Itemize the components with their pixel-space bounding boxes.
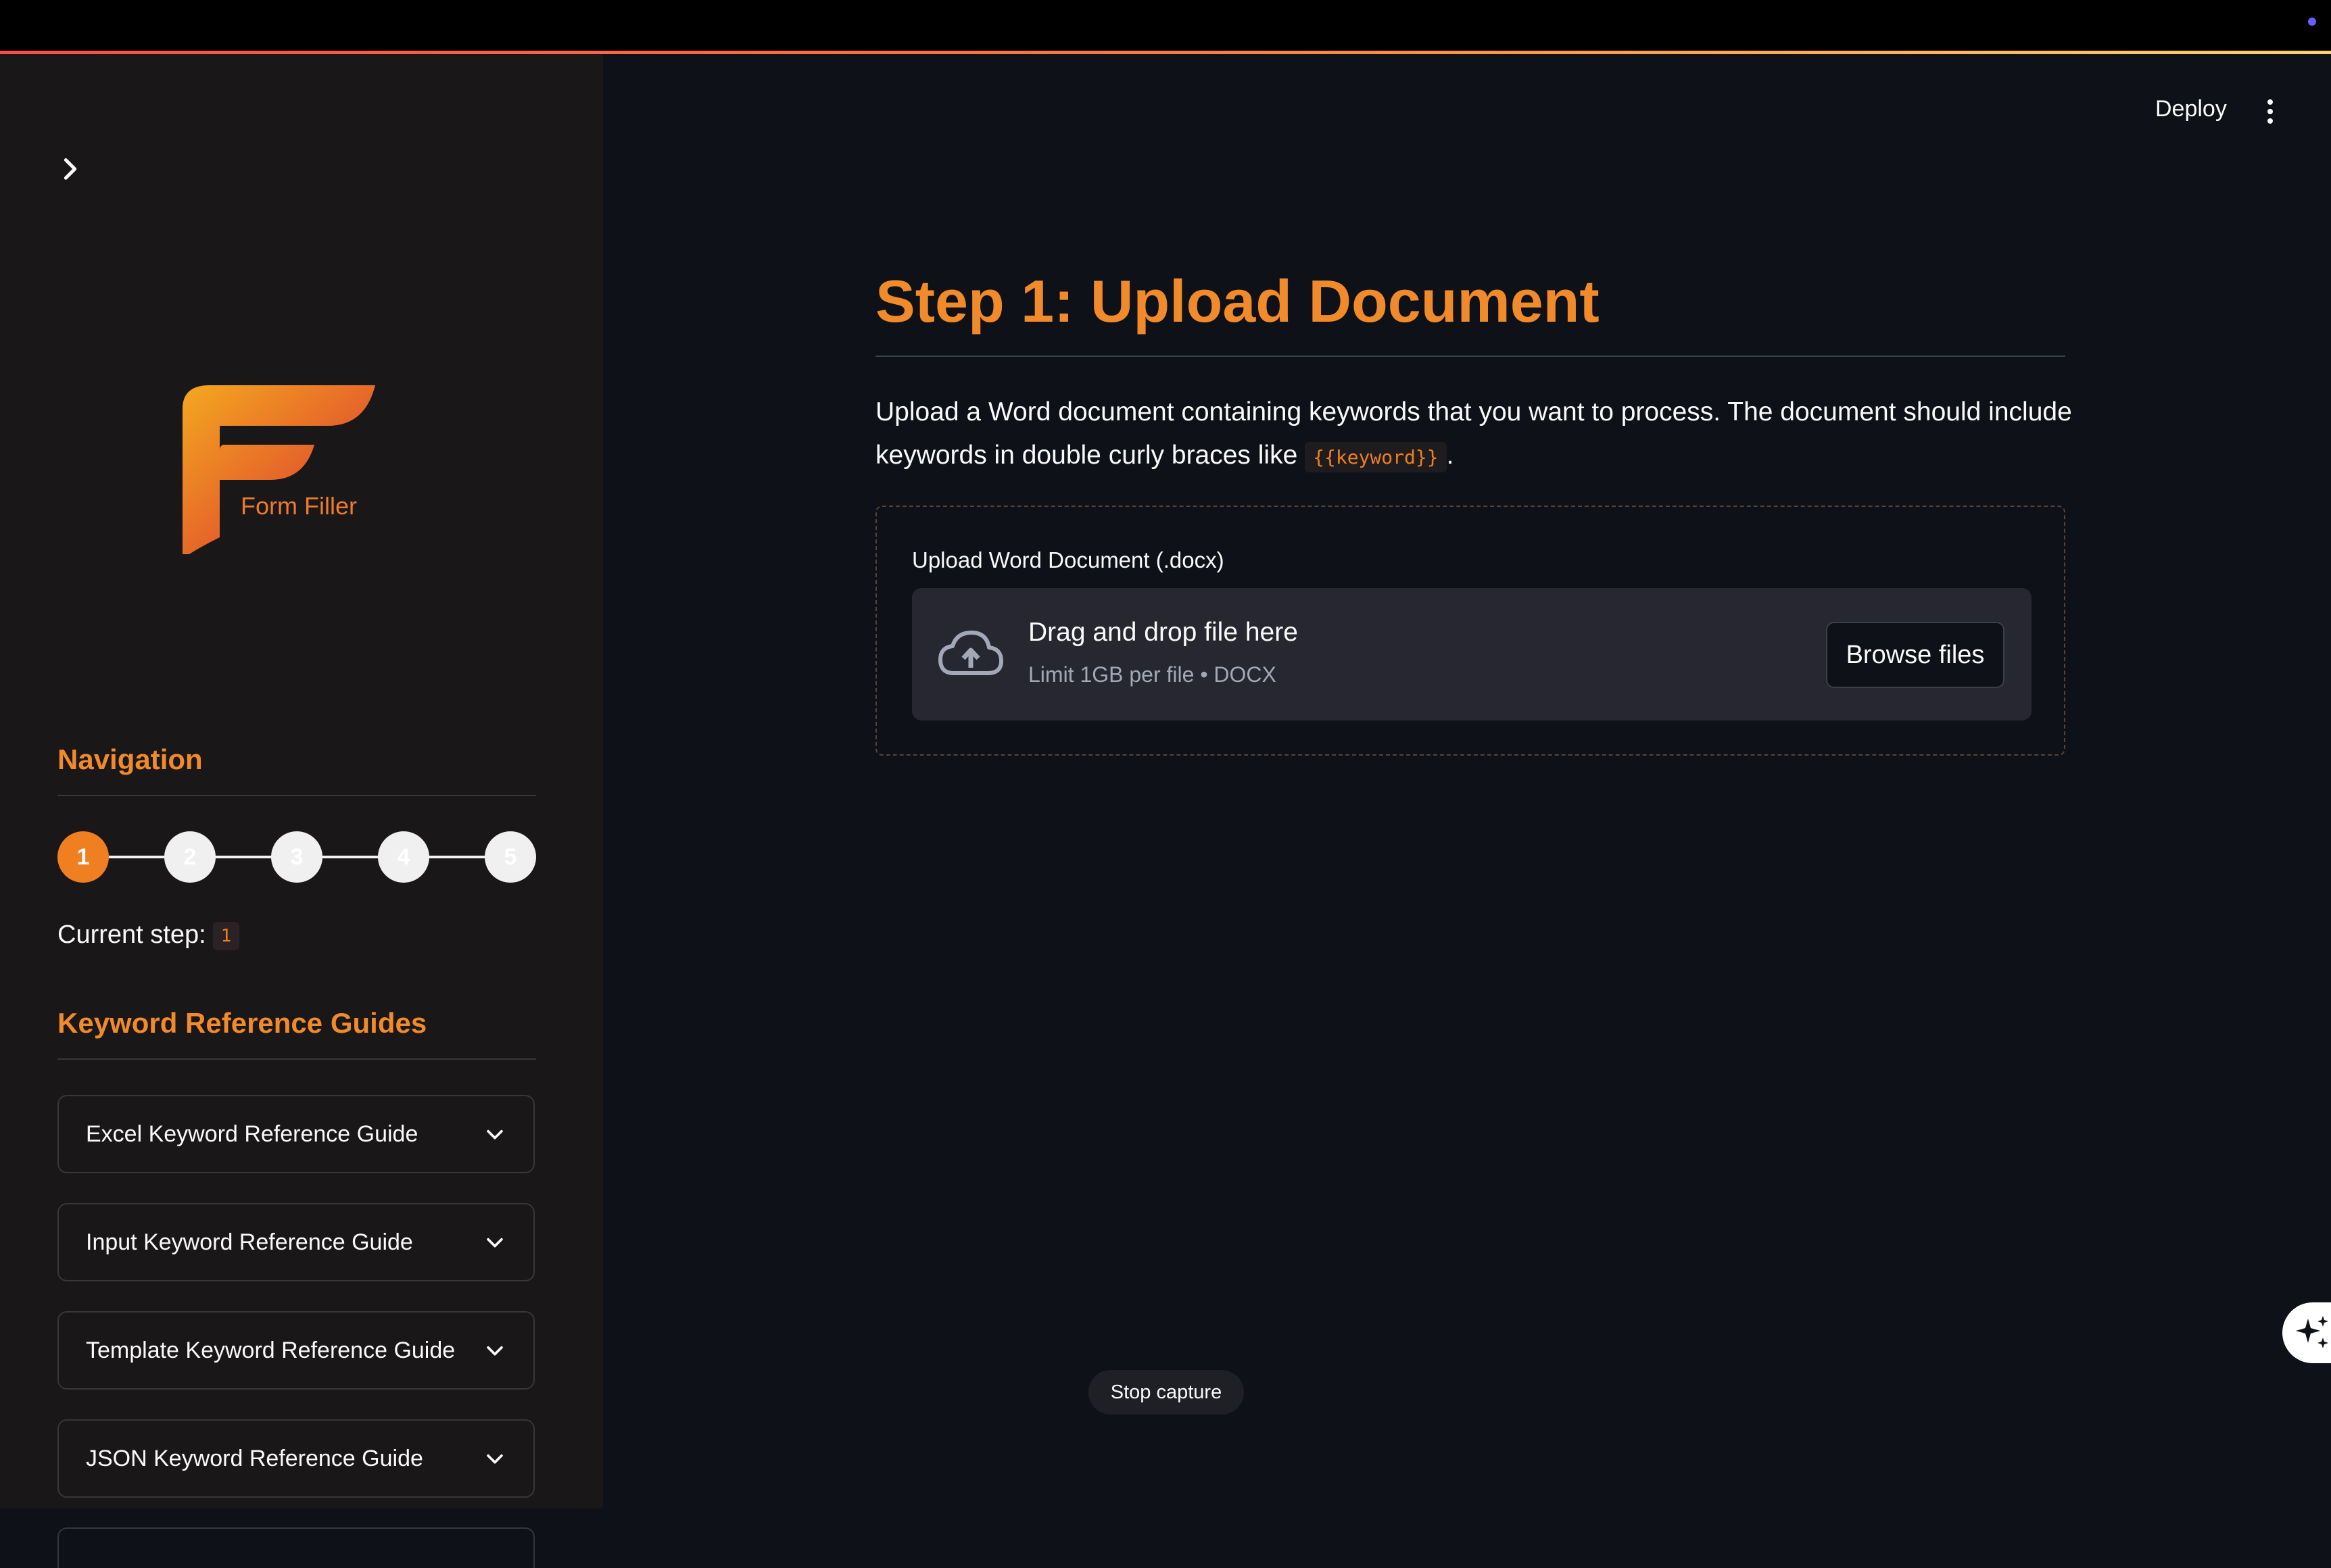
stop-capture-button[interactable]: Stop capture (1088, 1370, 1244, 1415)
step-3[interactable]: 3 (271, 831, 322, 883)
current-step: Current step: 1 (57, 921, 240, 950)
keyword-example: {{keyword}} (1305, 442, 1447, 472)
expander-label: Input Keyword Reference Guide (86, 1229, 413, 1255)
description-end: . (1446, 441, 1454, 470)
browse-files-button[interactable]: Browse files (1826, 622, 2004, 688)
sparkle-icon (2296, 1316, 2328, 1348)
deploy-button[interactable]: Deploy (2155, 96, 2227, 122)
step-4[interactable]: 4 (378, 831, 429, 883)
step-1[interactable]: 1 (57, 831, 109, 883)
guides-heading: Keyword Reference Guides (57, 1007, 427, 1039)
expander-partial[interactable] (57, 1527, 535, 1568)
capture-top-bar (0, 0, 2331, 51)
more-options-icon[interactable] (2265, 98, 2276, 125)
expander-template-guide[interactable]: Template Keyword Reference Guide (57, 1311, 535, 1390)
expander-input-guide[interactable]: Input Keyword Reference Guide (57, 1203, 535, 1281)
chevron-down-icon (487, 1238, 503, 1248)
form-filler-logo (183, 385, 375, 554)
recording-dot-icon (2308, 18, 2316, 26)
title-divider (875, 356, 2065, 357)
logo-text: Form Filler (241, 492, 357, 520)
chevron-down-icon (487, 1129, 503, 1140)
current-step-label: Current step: (57, 921, 206, 949)
step-indicator: 1 2 3 4 5 (57, 831, 536, 883)
navigation-divider (57, 795, 536, 796)
dropzone-title: Drag and drop file here (1028, 618, 1298, 647)
chevron-down-icon (487, 1346, 503, 1356)
expander-label: JSON Keyword Reference Guide (86, 1445, 423, 1471)
step-2[interactable]: 2 (164, 831, 216, 883)
cloud-upload-icon (938, 631, 1003, 675)
expander-label: Template Keyword Reference Guide (86, 1337, 456, 1363)
expander-json-guide[interactable]: JSON Keyword Reference Guide (57, 1419, 535, 1498)
dropzone[interactable]: Drag and drop file here Limit 1GB per fi… (912, 588, 2032, 720)
expander-label: Excel Keyword Reference Guide (86, 1121, 418, 1147)
page-title: Step 1: Upload Document (875, 268, 1600, 335)
sidebar: Form Filler Navigation 1 2 3 4 5 Current… (0, 54, 603, 1568)
navigation-heading: Navigation (57, 743, 203, 775)
chevron-right-icon[interactable] (57, 155, 84, 182)
guides-divider (57, 1058, 536, 1060)
file-uploader: Upload Word Document (.docx) Drag and dr… (875, 506, 2065, 756)
current-step-value: 1 (212, 921, 240, 950)
expander-excel-guide[interactable]: Excel Keyword Reference Guide (57, 1095, 535, 1173)
dropzone-limit: Limit 1GB per file • DOCX (1028, 662, 1276, 687)
step-5[interactable]: 5 (485, 831, 536, 883)
description: Upload a Word document containing keywor… (875, 391, 2079, 479)
assistant-button[interactable] (2282, 1302, 2331, 1363)
chevron-down-icon (487, 1454, 503, 1464)
uploader-label: Upload Word Document (.docx) (912, 547, 1224, 572)
description-text: Upload a Word document containing keywor… (875, 397, 2072, 470)
